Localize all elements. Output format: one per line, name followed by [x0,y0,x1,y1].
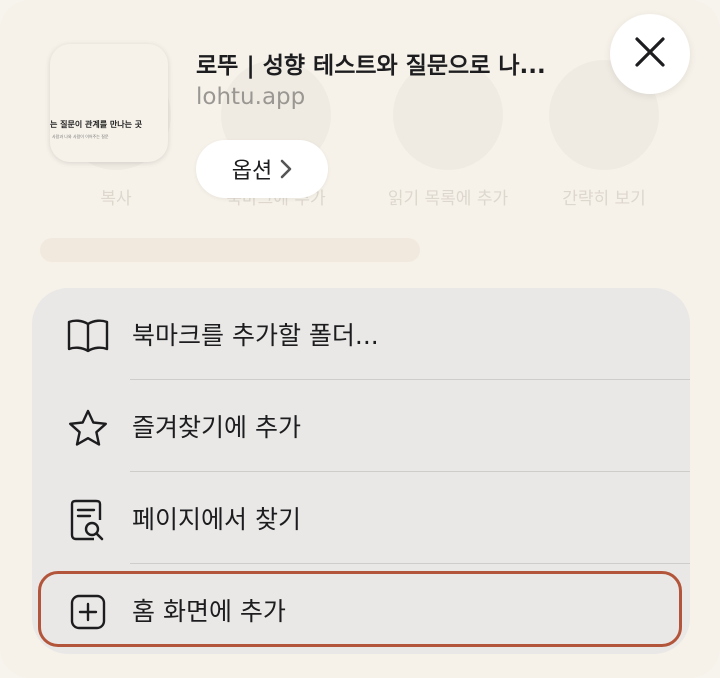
find-in-page-icon [66,498,110,542]
menu-item-add-favorite[interactable]: 즐겨찾기에 추가 [32,380,690,472]
site-url: lohtu.app [196,84,306,110]
menu-item-find-in-page[interactable]: 페이지에서 찾기 [32,472,690,564]
site-thumbnail: 는 질문이 관계를 만나는 곳 사람과 나와 사람이 이어주는 질문 [50,44,168,162]
menu-item-label: 북마크를 추가할 폴더... [132,321,379,350]
thumbnail-subtext: 사람과 나와 사람이 이어주는 질문 [52,134,109,139]
options-button[interactable]: 옵션 [196,140,328,198]
menu-item-label: 페이지에서 찾기 [132,505,301,534]
close-button[interactable] [610,14,690,94]
close-icon [633,35,667,73]
share-sheet: 복사 북마크에 추가 읽기 목록에 추가 간략히 보기 는 질문이 관계를 만나… [0,0,720,678]
background-strip [40,238,420,262]
add-to-home-screen-highlight [38,571,682,647]
menu-item-label: 즐겨찾기에 추가 [132,413,301,442]
menu-item-add-bookmark[interactable]: 북마크를 추가할 폴더... [32,288,690,380]
chevron-right-icon [280,159,292,179]
thumbnail-headline: 는 질문이 관계를 만나는 곳 [50,120,143,129]
star-icon [66,406,110,450]
options-label: 옵션 [231,159,273,184]
book-open-icon [66,314,110,358]
site-title: 로뚜 | 성향 테스트와 질문으로 나... [196,53,546,79]
share-header: 는 질문이 관계를 만나는 곳 사람과 나와 사람이 이어주는 질문 로뚜 | … [0,0,720,210]
